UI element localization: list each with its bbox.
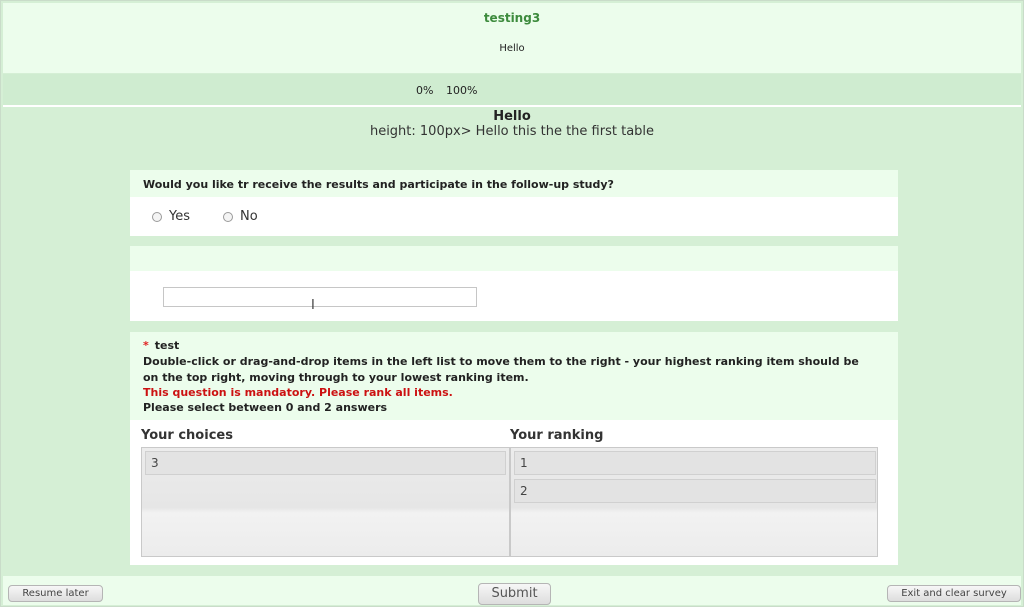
survey-header: testing3 Hello <box>3 3 1021 73</box>
selection-hint: Please select between 0 and 2 answers <box>143 401 388 414</box>
group-title: Hello <box>493 109 531 124</box>
choices-list[interactable]: 3 <box>141 447 510 557</box>
ranking-area: Your choices Your ranking 3 1 2 <box>130 420 898 565</box>
mandatory-warning: This question is mandatory. Please rank … <box>143 386 453 399</box>
radio-yes-label: Yes <box>169 209 190 224</box>
question-answers <box>130 271 898 321</box>
question-text-entry <box>130 246 898 321</box>
question-text: Would you like tr receive the results an… <box>143 178 614 191</box>
ranking-list[interactable]: 1 2 <box>510 447 878 557</box>
progress-bar: 0% 100% <box>3 74 1021 107</box>
question-title: test <box>154 339 180 352</box>
help-text-line2: on the top right, moving through to your… <box>143 371 529 384</box>
mandatory-asterisk: * <box>143 339 149 352</box>
radio-no-label: No <box>240 209 258 224</box>
choice-item[interactable]: 3 <box>145 451 506 475</box>
radio-no[interactable]: No <box>223 209 258 224</box>
radio-circle-icon[interactable] <box>152 211 162 222</box>
radio-yes[interactable]: Yes <box>152 209 190 224</box>
question-followup: Would you like tr receive the results an… <box>130 170 898 236</box>
group-description: height: 100px> Hello this the the first … <box>369 124 655 139</box>
help-text-line1: Double-click or drag-and-drop items in t… <box>143 355 859 368</box>
question-answers: Yes No <box>130 197 898 236</box>
choices-header: Your choices <box>141 428 233 443</box>
resume-later-button[interactable]: Resume later <box>8 585 103 602</box>
question-header: * test Double-click or drag-and-drop item… <box>130 332 898 420</box>
question-ranking: * test Double-click or drag-and-drop item… <box>130 332 898 565</box>
short-text-input[interactable] <box>163 287 477 307</box>
progress-start-label: 0% <box>416 84 434 97</box>
question-title-line: * test <box>143 339 179 352</box>
progress-end-label: 100% <box>446 84 478 97</box>
ranking-item[interactable]: 2 <box>514 479 876 503</box>
submit-button[interactable]: Submit <box>478 583 551 605</box>
exit-clear-survey-button[interactable]: Exit and clear survey <box>887 585 1021 602</box>
ranking-item[interactable]: 1 <box>514 451 876 475</box>
survey-description: Hello <box>499 43 525 54</box>
question-header: Would you like tr receive the results an… <box>130 170 898 197</box>
ranking-header: Your ranking <box>510 428 604 443</box>
question-header <box>130 246 898 271</box>
survey-title: testing3 <box>483 11 541 25</box>
text-cursor-icon: I <box>311 298 315 313</box>
radio-circle-icon[interactable] <box>223 211 233 222</box>
